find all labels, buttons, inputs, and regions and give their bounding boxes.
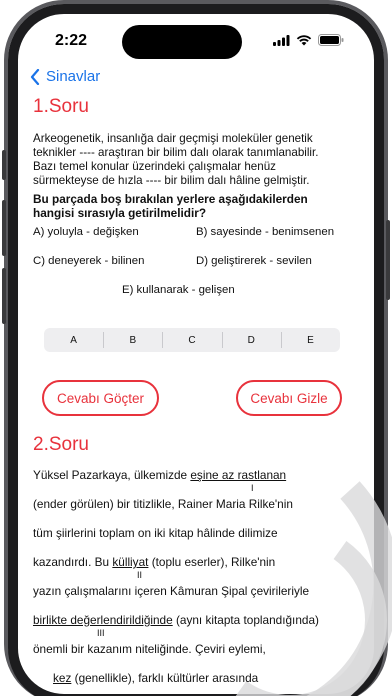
- text-span: (aynı kitapta toplandığında): [172, 613, 319, 627]
- passage-line: (ender görülen) bir titizlikle, Rainer M…: [33, 497, 293, 511]
- roman-marker-3: III: [97, 628, 105, 638]
- option-a: A) yoluyla - değişken: [33, 226, 139, 238]
- wifi-icon: [296, 34, 312, 45]
- passage-line: kazandırdı. Bu külliyat (toplu eserler),…: [33, 555, 349, 584]
- text-span: (toplu eserler), Rilke'nin: [148, 555, 276, 569]
- passage-line: tüm şiirlerini toplam on iki kitap hâlin…: [33, 526, 278, 540]
- answer-choice-b[interactable]: B: [103, 331, 162, 348]
- passage-line: kez (genellikle), farklı kültürler arası…: [33, 671, 349, 696]
- answer-choice-a[interactable]: A: [44, 335, 103, 346]
- dynamic-island: [122, 25, 242, 59]
- prompt-line: hangisi sırasıyla getirilmelidir?: [33, 206, 207, 220]
- option-e: E) kullanarak - gelişen: [122, 284, 235, 296]
- underlined-phrase-2: külliyat: [112, 555, 149, 569]
- roman-marker-2: II: [137, 570, 143, 580]
- answer-selector: A B C D E: [44, 328, 340, 352]
- passage-line: önemli bir kazanım niteliğinde. Çeviri e…: [33, 642, 266, 656]
- passage-line: Yüksel Pazarkaya, ülkemizde eşine az ras…: [33, 468, 349, 497]
- passage-line: Arkeogenetik, insanlığa dair geçmişi mol…: [33, 132, 313, 145]
- roman-marker-1: I: [251, 483, 254, 493]
- passage-line: yazın çalışmalarını içeren Kâmuran Şipal…: [33, 584, 310, 598]
- question-1-title: 1.Soru: [33, 96, 89, 117]
- battery-icon: [318, 34, 344, 46]
- hide-answer-button[interactable]: Cevabı Gizle: [236, 380, 342, 416]
- question-1-prompt: Bu parçada boş bırakılan yerlere aşağıda…: [33, 192, 349, 220]
- passage-line: birlikte değerlendirildiğinde (aynı kita…: [33, 613, 349, 642]
- option-b: B) sayesinde - benimsenen: [196, 226, 335, 238]
- status-icons: [273, 34, 344, 46]
- mute-switch: [2, 150, 6, 180]
- answer-choice-d[interactable]: D: [221, 331, 281, 348]
- question-1: 1.Soru Arkeogenetik, insanlığa dair geçm…: [33, 96, 349, 220]
- underlined-phrase-3: birlikte değerlendirildiğinde: [33, 613, 173, 627]
- passage-line: teknikler ---- araştıran bir bilim dalı …: [33, 146, 319, 159]
- answer-choice-e[interactable]: E: [280, 331, 340, 348]
- underlined-phrase-4: kez: [53, 671, 72, 685]
- status-time: 2:22: [55, 32, 88, 49]
- volume-up-button: [2, 200, 6, 256]
- status-bar: 2:22: [0, 18, 392, 59]
- show-answer-button[interactable]: Cevabı Göçter: [42, 380, 159, 416]
- back-label: Sinavlar: [46, 68, 101, 85]
- prompt-line: Bu parçada boş bırakılan yerlere aşağıda…: [33, 192, 308, 206]
- option-c: C) deneyerek - bilinen: [33, 255, 145, 267]
- underlined-phrase-1: eşine az rastlanan: [190, 468, 287, 482]
- back-button[interactable]: Sinavlar: [30, 68, 100, 85]
- answer-choice-c[interactable]: C: [162, 331, 221, 348]
- signal-icon: [273, 34, 290, 46]
- text-span: (genellikle), farklı kültürler arasında: [71, 671, 259, 685]
- text-span: Yüksel Pazarkaya, ülkemizde: [33, 468, 191, 482]
- chevron-left-icon: [30, 68, 40, 85]
- power-button: [386, 220, 390, 300]
- passage-line: Bazı temel konular üzerindeki çalışmalar…: [33, 160, 276, 173]
- option-d: D) geliştirerek - sevilen: [196, 255, 312, 267]
- passage-line: sürmekteyse de hızla ---- bir bilim dalı…: [33, 174, 310, 187]
- volume-down-button: [2, 268, 6, 324]
- question-1-passage: Arkeogenetik, insanlığa dair geçmişi mol…: [33, 132, 349, 188]
- question-2-title: 2.Soru: [33, 434, 89, 455]
- text-span: kazandırdı. Bu: [33, 555, 113, 569]
- question-2: 2.Soru Yüksel Pazarkaya, ülkemizde eşine…: [33, 434, 349, 696]
